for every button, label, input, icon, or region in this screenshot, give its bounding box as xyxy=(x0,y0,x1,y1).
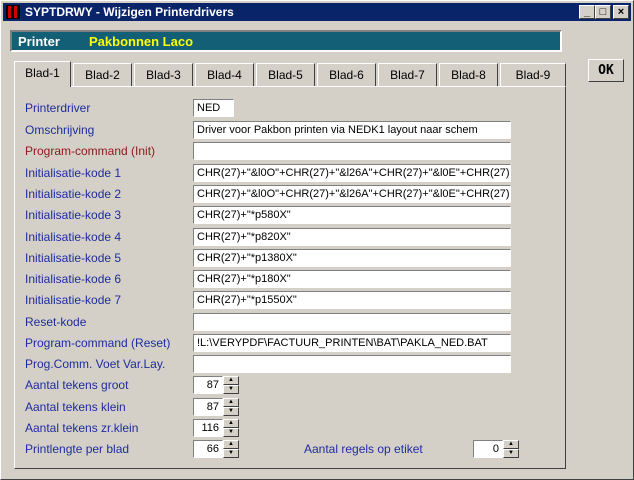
program-command-reset-label: Program-command (Reset) xyxy=(25,336,171,350)
spin-up-icon[interactable]: ▲ xyxy=(223,440,239,449)
etiket-regels-label: Aantal regels op etiket xyxy=(304,442,423,456)
tekens-zr-klein-label: Aantal tekens zr.klein xyxy=(25,421,139,435)
spin-up-icon[interactable]: ▲ xyxy=(223,419,239,428)
spin-up-icon[interactable]: ▲ xyxy=(503,440,519,449)
init-code-3-field[interactable]: CHR(27)+"*p580X" xyxy=(193,206,511,224)
init-code-4-label: Initialisatie-kode 4 xyxy=(25,230,122,244)
init-code-7-field[interactable]: CHR(27)+"*p1550X" xyxy=(193,291,511,309)
tekens-klein-label: Aantal tekens klein xyxy=(25,400,126,414)
init-code-5-label: Initialisatie-kode 5 xyxy=(25,251,122,265)
init-code-4-field[interactable]: CHR(27)+"*p820X" xyxy=(193,228,511,246)
minimize-button[interactable]: _ xyxy=(579,5,595,19)
init-code-3-label: Initialisatie-kode 3 xyxy=(25,208,122,222)
prog-comm-voet-label: Prog.Comm. Voet Var.Lay. xyxy=(25,357,166,371)
maximize-button[interactable]: □ xyxy=(595,5,611,19)
title-bar[interactable]: SYPTDRWY - Wijzigen Printerdrivers _ □ × xyxy=(3,3,631,21)
tab-blad-9[interactable]: Blad-9 xyxy=(500,63,566,86)
program-command-init-field[interactable] xyxy=(193,142,511,160)
program-command-init-label: Program-command (Init) xyxy=(25,144,156,158)
spin-down-icon[interactable]: ▼ xyxy=(223,449,239,458)
printlengte-label: Printlengte per blad xyxy=(25,442,130,456)
tab-blad-3[interactable]: Blad-3 xyxy=(134,63,193,86)
init-code-1-label: Initialisatie-kode 1 xyxy=(25,166,122,180)
tab-blad-6[interactable]: Blad-6 xyxy=(317,63,376,86)
tekens-klein-value[interactable]: 87 xyxy=(193,398,223,416)
close-button[interactable]: × xyxy=(613,5,629,19)
reset-code-label: Reset-kode xyxy=(25,315,87,329)
tab-blad-8[interactable]: Blad-8 xyxy=(439,63,498,86)
omschrijving-field[interactable]: Driver voor Pakbon printen via NEDK1 lay… xyxy=(193,121,511,139)
printerdriver-field[interactable]: NED xyxy=(193,99,234,117)
tab-blad-2[interactable]: Blad-2 xyxy=(73,63,132,86)
omschrijving-label: Omschrijving xyxy=(25,123,95,137)
printer-bar: Printer Pakbonnen Laco xyxy=(10,30,562,52)
spin-down-icon[interactable]: ▼ xyxy=(223,407,239,416)
tab-blad-4[interactable]: Blad-4 xyxy=(195,63,254,86)
etiket-regels-value[interactable]: 0 xyxy=(473,440,503,458)
init-code-5-field[interactable]: CHR(27)+"*p1380X" xyxy=(193,249,511,267)
printlengte-value[interactable]: 66 xyxy=(193,440,223,458)
tab-blad-1[interactable]: Blad-1 xyxy=(14,61,71,87)
init-code-7-label: Initialisatie-kode 7 xyxy=(25,293,122,307)
init-code-1-field[interactable]: CHR(27)+"&l0O"+CHR(27)+"&l26A"+CHR(27)+"… xyxy=(193,164,511,182)
tab-blad-5[interactable]: Blad-5 xyxy=(256,63,315,86)
tab-blad-7[interactable]: Blad-7 xyxy=(378,63,437,86)
ok-button[interactable]: OK xyxy=(588,59,624,82)
printer-label: Printer xyxy=(18,34,60,49)
reset-code-field[interactable] xyxy=(193,313,511,331)
init-code-2-label: Initialisatie-kode 2 xyxy=(25,187,122,201)
window-title: SYPTDRWY - Wijzigen Printerdrivers xyxy=(25,5,234,19)
app-icon[interactable] xyxy=(6,5,20,19)
spin-down-icon[interactable]: ▼ xyxy=(223,385,239,394)
main-window: SYPTDRWY - Wijzigen Printerdrivers _ □ ×… xyxy=(0,0,634,480)
init-code-2-field[interactable]: CHR(27)+"&l0O"+CHR(27)+"&l26A"+CHR(27)+"… xyxy=(193,185,511,203)
printerdriver-label: Printerdriver xyxy=(25,101,91,115)
spin-up-icon[interactable]: ▲ xyxy=(223,376,239,385)
printer-value: Pakbonnen Laco xyxy=(89,34,194,49)
spin-down-icon[interactable]: ▼ xyxy=(223,428,239,437)
spin-up-icon[interactable]: ▲ xyxy=(223,398,239,407)
tekens-zr-klein-value[interactable]: 116 xyxy=(193,419,223,437)
init-code-6-label: Initialisatie-kode 6 xyxy=(25,272,122,286)
init-code-6-field[interactable]: CHR(27)+"*p180X" xyxy=(193,270,511,288)
spin-down-icon[interactable]: ▼ xyxy=(503,449,519,458)
program-command-reset-field[interactable]: !L:\VERYPDF\FACTUUR_PRINTEN\BAT\PAKLA_NE… xyxy=(193,334,511,352)
prog-comm-voet-field[interactable] xyxy=(193,355,511,373)
tekens-groot-value[interactable]: 87 xyxy=(193,376,223,394)
tekens-groot-label: Aantal tekens groot xyxy=(25,378,129,392)
